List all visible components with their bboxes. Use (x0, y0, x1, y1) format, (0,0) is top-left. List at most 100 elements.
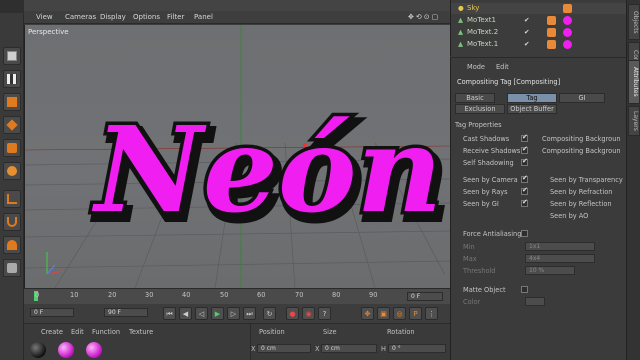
perspective-viewport[interactable]: Perspective Neón Neón Neón (24, 25, 450, 288)
material-pink-swatch[interactable] (58, 342, 74, 358)
object-row-motext2[interactable]: ▲ MoText.2 ✔ (451, 27, 627, 38)
current-frame-field[interactable]: 0 F (407, 292, 443, 301)
material-tag-icon[interactable] (563, 16, 572, 25)
tab-objects[interactable]: Objects (628, 4, 640, 40)
material-tag-icon[interactable] (563, 28, 572, 37)
lock-tool-icon[interactable] (3, 259, 21, 277)
polygon-tool-icon[interactable] (3, 116, 21, 134)
rotation-h-field[interactable]: 0 ° (388, 344, 446, 353)
tick-50: 50 (220, 291, 229, 299)
autokey-button[interactable]: ◉ (302, 307, 315, 320)
tab-exclusion[interactable]: Exclusion (455, 104, 505, 114)
material-tag-icon[interactable] (563, 40, 572, 49)
mat-menu-edit[interactable]: Edit (71, 328, 84, 336)
rotate-key-button[interactable]: ◎ (393, 307, 406, 320)
prop-seen-by-camera: Seen by Camera (463, 176, 518, 184)
timeline-ruler[interactable]: 0 10 20 30 40 50 60 70 80 90 0 F (24, 288, 450, 304)
color-swatch[interactable] (525, 297, 545, 306)
start-frame-field[interactable]: 0 F (30, 308, 74, 317)
section-title: Tag Properties (455, 121, 502, 129)
material-black-swatch[interactable] (30, 342, 46, 358)
max-field[interactable]: 4x4 (525, 254, 595, 263)
grid-tool-icon[interactable] (3, 93, 21, 111)
neon-text-object[interactable]: Neón Neón Neón (88, 97, 451, 251)
tab-layers[interactable]: Layers (628, 106, 640, 136)
loop-button[interactable]: ↻ (263, 307, 276, 320)
prev-key-button[interactable]: ◀ (179, 307, 192, 320)
snap-tool-icon[interactable] (3, 213, 21, 231)
prop-self-shadowing: Self Shadowing (463, 159, 514, 167)
seen-by-camera-checkbox[interactable] (521, 174, 528, 183)
tab-attributes[interactable]: Attributes (628, 60, 640, 104)
step-back-button[interactable]: ◁ (195, 307, 208, 320)
menu-display[interactable]: Display (100, 13, 126, 21)
mat-menu-create[interactable]: Create (41, 328, 63, 336)
force-antialiasing-checkbox[interactable] (521, 230, 528, 237)
threshold-field[interactable]: 10 % (525, 266, 575, 275)
object-axis-handle[interactable] (303, 143, 307, 147)
min-field[interactable]: 1x1 (525, 242, 595, 251)
size-x-field[interactable]: 0 cm (321, 344, 377, 353)
play-button[interactable]: ▶ (211, 307, 224, 320)
prop-matte-object: Matte Object (463, 286, 506, 294)
viewport-scene: Neón Neón Neón (25, 25, 450, 288)
tab-gi[interactable]: GI (559, 93, 605, 103)
tick-80: 80 (332, 291, 341, 299)
prop-seen-by-ao: Seen by AO (550, 212, 589, 220)
prop-seen-by-reflection: Seen by Reflection (550, 200, 612, 208)
menu-options[interactable]: Options (133, 13, 160, 21)
attr-menu-mode[interactable]: Mode (467, 63, 485, 71)
tag-icon-orange[interactable] (547, 16, 556, 25)
material-pink-swatch-2[interactable] (86, 342, 102, 358)
object-row-sky[interactable]: ● Sky (451, 3, 627, 14)
motext-icon: ▲ (458, 28, 464, 36)
coord-header-position: Position (259, 328, 285, 336)
tab-tag[interactable]: Tag (507, 93, 557, 103)
go-start-button[interactable]: ⏮ (163, 307, 176, 320)
point-tool-icon[interactable] (3, 162, 21, 180)
cast-shadows-checkbox[interactable] (521, 133, 528, 142)
scale-key-button[interactable]: ▣ (377, 307, 390, 320)
prop-max: Max (463, 255, 477, 263)
seen-by-rays-checkbox[interactable] (521, 186, 528, 195)
tab-object-buffer[interactable]: Object Buffer (507, 104, 557, 114)
viewport-nav-icons[interactable]: ✥⟲⊙▢ (408, 13, 440, 21)
mat-menu-texture[interactable]: Texture (129, 328, 153, 336)
transport-bar: 0 F 90 F ⏮ ◀ ◁ ▶ ▷ ⏭ ↻ ● ◉ ? ✥ ▣ ◎ P ⋮ (24, 304, 450, 323)
axis-tool-icon[interactable] (3, 190, 21, 208)
step-forward-button[interactable]: ▷ (227, 307, 240, 320)
mat-menu-function[interactable]: Function (92, 328, 120, 336)
self-shadowing-checkbox[interactable] (521, 157, 528, 166)
compositing-tag-icon[interactable] (563, 4, 572, 13)
menu-panel[interactable]: Panel (194, 13, 213, 21)
object-row-motext1[interactable]: ▲ MoText1 ✔ (451, 15, 627, 26)
workplane-tool-icon[interactable] (3, 236, 21, 254)
prop-force-antialiasing: Force Antialiasing (463, 230, 522, 238)
cube-tool-icon[interactable] (3, 47, 21, 65)
position-x-field[interactable]: 0 cm (257, 344, 311, 353)
coordinates-manager: Position Size Rotation X 0 cm X 0 cm H 0… (250, 323, 450, 360)
end-frame-field[interactable]: 90 F (104, 308, 148, 317)
prop-color: Color (463, 298, 481, 306)
tick-0: 0 (35, 291, 40, 299)
object-row-motext1b[interactable]: ▲ MoText.1 ✔ (451, 39, 627, 50)
tab-basic[interactable]: Basic (455, 93, 495, 103)
edge-tool-icon[interactable] (3, 139, 21, 157)
seen-by-gi-checkbox[interactable] (521, 198, 528, 207)
receive-shadows-checkbox[interactable] (521, 145, 528, 154)
menu-cameras[interactable]: Cameras (65, 13, 96, 21)
record-button[interactable]: ● (286, 307, 299, 320)
menu-view[interactable]: View (36, 13, 53, 21)
checker-tool-icon[interactable] (3, 70, 21, 88)
prop-compositing-background: Compositing Backgroun (542, 135, 621, 143)
tag-icon-orange[interactable] (547, 40, 556, 49)
attr-menu-edit[interactable]: Edit (496, 63, 509, 71)
keyframe-selection-button[interactable]: ? (318, 307, 331, 320)
pla-key-button[interactable]: ⋮ (425, 307, 438, 320)
menu-filter[interactable]: Filter (167, 13, 184, 21)
tag-icon-orange[interactable] (547, 28, 556, 37)
matte-object-checkbox[interactable] (521, 286, 528, 293)
move-key-button[interactable]: ✥ (361, 307, 374, 320)
param-key-button[interactable]: P (409, 307, 422, 320)
go-end-button[interactable]: ⏭ (243, 307, 256, 320)
